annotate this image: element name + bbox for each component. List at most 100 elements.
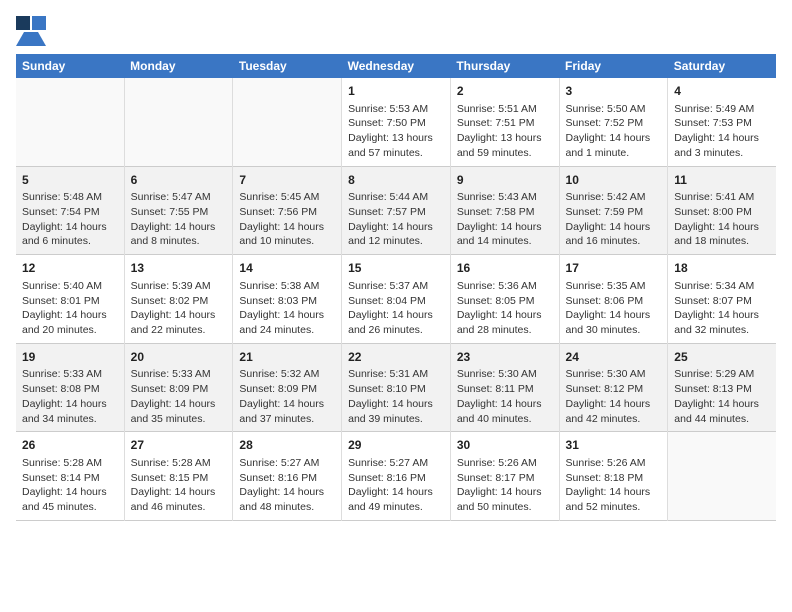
day-header-sunday: Sunday: [16, 54, 124, 78]
day-header-wednesday: Wednesday: [342, 54, 451, 78]
day-number: 14: [239, 260, 335, 277]
calendar-cell: 19Sunrise: 5:33 AM Sunset: 8:08 PM Dayli…: [16, 343, 124, 432]
day-info: Sunrise: 5:26 AM Sunset: 8:17 PM Dayligh…: [457, 456, 553, 515]
day-info: Sunrise: 5:27 AM Sunset: 8:16 PM Dayligh…: [239, 456, 335, 515]
calendar-cell: 17Sunrise: 5:35 AM Sunset: 8:06 PM Dayli…: [559, 255, 668, 344]
day-info: Sunrise: 5:33 AM Sunset: 8:08 PM Dayligh…: [22, 367, 118, 426]
day-number: 25: [674, 349, 770, 366]
day-number: 21: [239, 349, 335, 366]
calendar-cell: [124, 78, 233, 166]
calendar-cell: 31Sunrise: 5:26 AM Sunset: 8:18 PM Dayli…: [559, 432, 668, 521]
calendar-cell: 23Sunrise: 5:30 AM Sunset: 8:11 PM Dayli…: [450, 343, 559, 432]
calendar-cell: 2 Sunrise: 5:51 AM Sunset: 7:51 PM Daylig…: [450, 78, 559, 166]
day-number: 27: [131, 437, 227, 454]
calendar-cell: 5Sunrise: 5:48 AM Sunset: 7:54 PM Daylig…: [16, 166, 124, 255]
day-number: 4: [674, 83, 770, 100]
day-info: Sunrise: 5:42 AM Sunset: 7:59 PM Dayligh…: [566, 190, 662, 249]
calendar-table: SundayMondayTuesdayWednesdayThursdayFrid…: [16, 54, 776, 521]
day-number: 28: [239, 437, 335, 454]
calendar-cell: 18 Sunrise: 5:34 AM Sunset: 8:07 PM Dayli…: [668, 255, 776, 344]
week-row-3: 12 Sunrise: 5:40 AM Sunset: 8:01 PM Dayli…: [16, 255, 776, 344]
day-number: 9: [457, 172, 553, 189]
day-number: 3: [566, 83, 662, 100]
day-number: 19: [22, 349, 118, 366]
calendar-cell: 7Sunrise: 5:45 AM Sunset: 7:56 PM Daylig…: [233, 166, 342, 255]
logo-icon: [16, 16, 44, 44]
calendar-cell: 27 Sunrise: 5:28 AM Sunset: 8:15 PM Dayli…: [124, 432, 233, 521]
calendar-cell: [16, 78, 124, 166]
day-info: Sunrise: 5:38 AM Sunset: 8:03 PM Dayligh…: [239, 279, 335, 338]
day-number: 16: [457, 260, 553, 277]
day-info: Sunrise: 5:44 AM Sunset: 7:57 PM Dayligh…: [348, 190, 444, 249]
calendar-cell: 21Sunrise: 5:32 AM Sunset: 8:09 PM Dayli…: [233, 343, 342, 432]
day-header-friday: Friday: [559, 54, 668, 78]
day-info: Sunrise: 5:27 AM Sunset: 8:16 PM Dayligh…: [348, 456, 444, 515]
calendar-cell: 13Sunrise: 5:39 AM Sunset: 8:02 PM Dayli…: [124, 255, 233, 344]
day-number: 15: [348, 260, 444, 277]
day-info: Sunrise: 5:35 AM Sunset: 8:06 PM Dayligh…: [566, 279, 662, 338]
calendar-cell: 4 Sunrise: 5:49 AM Sunset: 7:53 PM Daylig…: [668, 78, 776, 166]
day-number: 7: [239, 172, 335, 189]
calendar-cell: [668, 432, 776, 521]
week-row-2: 5Sunrise: 5:48 AM Sunset: 7:54 PM Daylig…: [16, 166, 776, 255]
day-info: Sunrise: 5:30 AM Sunset: 8:11 PM Dayligh…: [457, 367, 553, 426]
day-number: 20: [131, 349, 227, 366]
calendar-cell: 26Sunrise: 5:28 AM Sunset: 8:14 PM Dayli…: [16, 432, 124, 521]
day-number: 8: [348, 172, 444, 189]
calendar-cell: 28 Sunrise: 5:27 AM Sunset: 8:16 PM Dayli…: [233, 432, 342, 521]
day-info: Sunrise: 5:45 AM Sunset: 7:56 PM Dayligh…: [239, 190, 335, 249]
day-info: Sunrise: 5:40 AM Sunset: 8:01 PM Dayligh…: [22, 279, 118, 338]
calendar-cell: 1 Sunrise: 5:53 AM Sunset: 7:50 PM Daylig…: [342, 78, 451, 166]
day-header-saturday: Saturday: [668, 54, 776, 78]
day-info: Sunrise: 5:28 AM Sunset: 8:15 PM Dayligh…: [131, 456, 227, 515]
day-number: 10: [566, 172, 662, 189]
day-info: Sunrise: 5:33 AM Sunset: 8:09 PM Dayligh…: [131, 367, 227, 426]
day-info: Sunrise: 5:29 AM Sunset: 8:13 PM Dayligh…: [674, 367, 770, 426]
day-info: Sunrise: 5:30 AM Sunset: 8:12 PM Dayligh…: [566, 367, 662, 426]
day-info: Sunrise: 5:51 AM Sunset: 7:51 PM Dayligh…: [457, 102, 553, 161]
calendar-cell: 6Sunrise: 5:47 AM Sunset: 7:55 PM Daylig…: [124, 166, 233, 255]
day-info: Sunrise: 5:47 AM Sunset: 7:55 PM Dayligh…: [131, 190, 227, 249]
day-info: Sunrise: 5:48 AM Sunset: 7:54 PM Dayligh…: [22, 190, 118, 249]
day-header-thursday: Thursday: [450, 54, 559, 78]
calendar-cell: 11Sunrise: 5:41 AM Sunset: 8:00 PM Dayli…: [668, 166, 776, 255]
day-info: Sunrise: 5:43 AM Sunset: 7:58 PM Dayligh…: [457, 190, 553, 249]
calendar-cell: 12 Sunrise: 5:40 AM Sunset: 8:01 PM Dayli…: [16, 255, 124, 344]
day-number: 6: [131, 172, 227, 189]
day-info: Sunrise: 5:53 AM Sunset: 7:50 PM Dayligh…: [348, 102, 444, 161]
day-number: 23: [457, 349, 553, 366]
calendar-cell: 16 Sunrise: 5:36 AM Sunset: 8:05 PM Dayli…: [450, 255, 559, 344]
calendar-cell: 24Sunrise: 5:30 AM Sunset: 8:12 PM Dayli…: [559, 343, 668, 432]
week-row-1: 1 Sunrise: 5:53 AM Sunset: 7:50 PM Daylig…: [16, 78, 776, 166]
calendar-header-row: SundayMondayTuesdayWednesdayThursdayFrid…: [16, 54, 776, 78]
day-number: 13: [131, 260, 227, 277]
day-number: 24: [566, 349, 662, 366]
day-number: 12: [22, 260, 118, 277]
day-info: Sunrise: 5:50 AM Sunset: 7:52 PM Dayligh…: [566, 102, 662, 161]
day-number: 29: [348, 437, 444, 454]
calendar-cell: 9Sunrise: 5:43 AM Sunset: 7:58 PM Daylig…: [450, 166, 559, 255]
day-header-monday: Monday: [124, 54, 233, 78]
day-header-tuesday: Tuesday: [233, 54, 342, 78]
day-info: Sunrise: 5:41 AM Sunset: 8:00 PM Dayligh…: [674, 190, 770, 249]
calendar-cell: 30 Sunrise: 5:26 AM Sunset: 8:17 PM Dayli…: [450, 432, 559, 521]
day-info: Sunrise: 5:34 AM Sunset: 8:07 PM Dayligh…: [674, 279, 770, 338]
calendar-cell: 25Sunrise: 5:29 AM Sunset: 8:13 PM Dayli…: [668, 343, 776, 432]
day-number: 26: [22, 437, 118, 454]
day-number: 18: [674, 260, 770, 277]
day-number: 11: [674, 172, 770, 189]
day-info: Sunrise: 5:32 AM Sunset: 8:09 PM Dayligh…: [239, 367, 335, 426]
logo: [16, 16, 48, 44]
calendar-cell: 22Sunrise: 5:31 AM Sunset: 8:10 PM Dayli…: [342, 343, 451, 432]
calendar-cell: 15Sunrise: 5:37 AM Sunset: 8:04 PM Dayli…: [342, 255, 451, 344]
day-number: 1: [348, 83, 444, 100]
day-info: Sunrise: 5:36 AM Sunset: 8:05 PM Dayligh…: [457, 279, 553, 338]
calendar-cell: 3 Sunrise: 5:50 AM Sunset: 7:52 PM Daylig…: [559, 78, 668, 166]
day-number: 2: [457, 83, 553, 100]
page-header: [16, 16, 776, 44]
day-number: 30: [457, 437, 553, 454]
day-info: Sunrise: 5:49 AM Sunset: 7:53 PM Dayligh…: [674, 102, 770, 161]
week-row-4: 19Sunrise: 5:33 AM Sunset: 8:08 PM Dayli…: [16, 343, 776, 432]
calendar-cell: [233, 78, 342, 166]
day-number: 22: [348, 349, 444, 366]
